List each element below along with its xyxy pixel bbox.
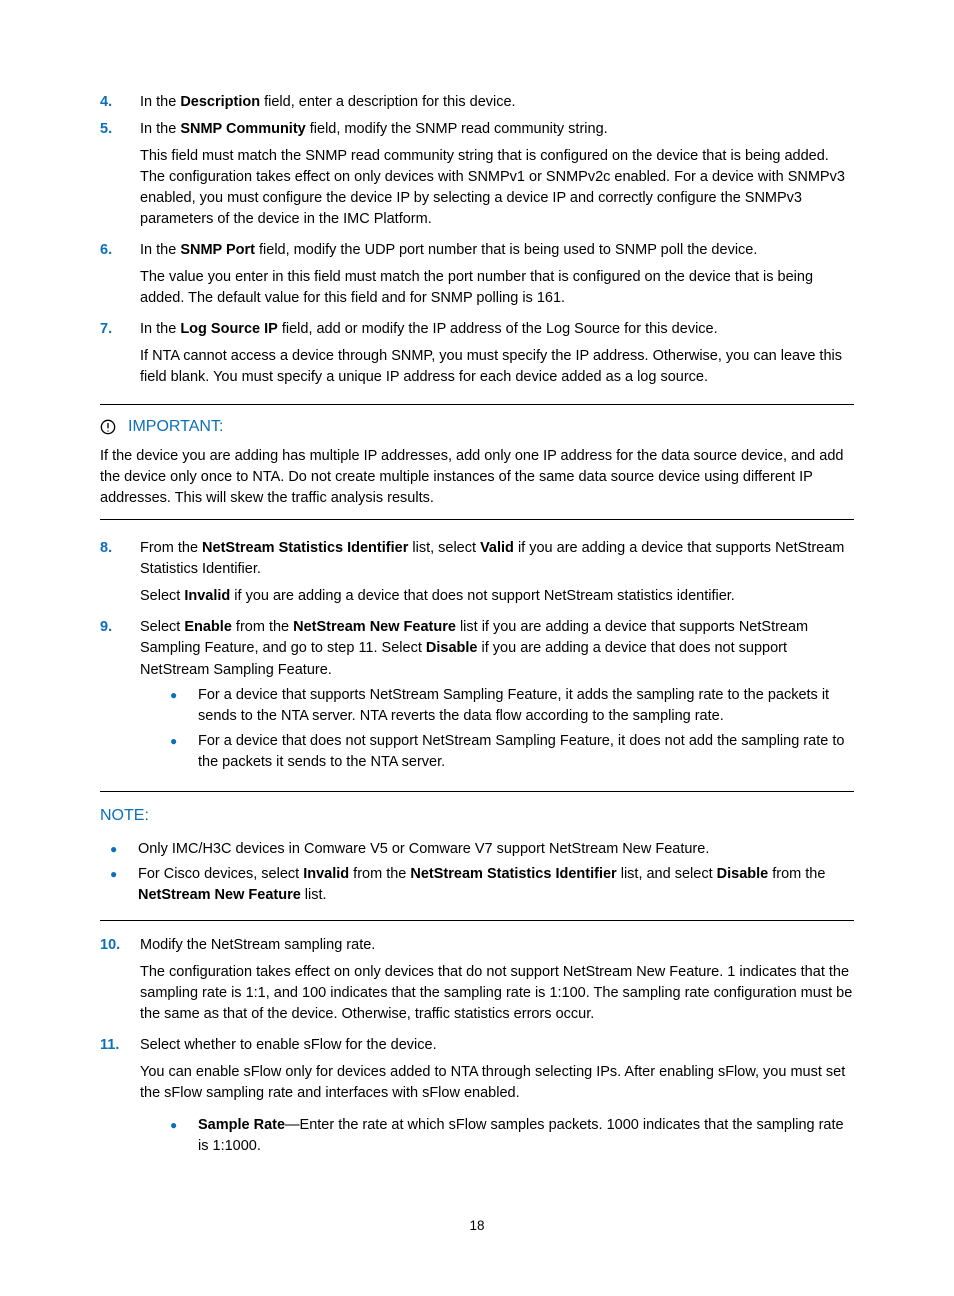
step-9-bullet-2: ● For a device that does not support Net…: [170, 731, 854, 773]
text: In the: [140, 94, 180, 110]
step-5-paragraph: This field must match the SNMP read comm…: [140, 146, 854, 230]
step-9-bullet-1: ● For a device that supports NetStream S…: [170, 685, 854, 727]
text: —Enter the rate at which sFlow samples p…: [198, 1117, 844, 1154]
step-4: 4. In the Description field, enter a des…: [100, 92, 854, 113]
important-header: IMPORTANT:: [100, 415, 854, 438]
bold: SNMP Community: [180, 121, 305, 137]
bold: Valid: [480, 540, 514, 556]
bold: Sample Rate: [198, 1117, 285, 1133]
text: In the: [140, 242, 180, 258]
text: from the: [768, 866, 825, 882]
note-box: NOTE: ● Only IMC/H3C devices in Comware …: [100, 791, 854, 922]
step-11: 11. Select whether to enable sFlow for t…: [100, 1035, 854, 1056]
step-8: 8. From the NetStream Statistics Identif…: [100, 538, 854, 580]
step-11-bullets: ● Sample Rate—Enter the rate at which sF…: [140, 1115, 854, 1157]
bold: NetStream Statistics Identifier: [410, 866, 616, 882]
bold: Enable: [184, 619, 232, 635]
step-10: 10. Modify the NetStream sampling rate.: [100, 935, 854, 956]
text: From the: [140, 540, 202, 556]
step-11-number: 11.: [100, 1035, 140, 1056]
bold: Disable: [426, 640, 478, 656]
text: For Cisco devices, select: [138, 866, 303, 882]
text: In the: [140, 321, 180, 337]
step-9: 9. Select Enable from the NetStream New …: [100, 617, 854, 776]
note-label: NOTE:: [100, 804, 854, 827]
bullet-text: Sample Rate—Enter the rate at which sFlo…: [198, 1115, 854, 1157]
text: Select: [140, 619, 184, 635]
step-6-paragraph: The value you enter in this field must m…: [140, 267, 854, 309]
step-5: 5. In the SNMP Community field, modify t…: [100, 119, 854, 140]
bullet-text: For a device that supports NetStream Sam…: [198, 685, 854, 727]
note-bullet-1: ● Only IMC/H3C devices in Comware V5 or …: [110, 839, 854, 861]
bold: NetStream New Feature: [138, 887, 301, 903]
step-11-paragraph: You can enable sFlow only for devices ad…: [140, 1062, 854, 1104]
step-6-text: In the SNMP Port field, modify the UDP p…: [140, 240, 854, 261]
step-9-text: Select Enable from the NetStream New Fea…: [140, 617, 854, 776]
step-7-paragraph: If NTA cannot access a device through SN…: [140, 346, 854, 388]
step-10-number: 10.: [100, 935, 140, 956]
step-11-text: Select whether to enable sFlow for the d…: [140, 1035, 854, 1056]
step-8-number: 8.: [100, 538, 140, 559]
bullet-icon: ●: [110, 864, 138, 886]
text: list, select: [408, 540, 480, 556]
step-6-number: 6.: [100, 240, 140, 261]
text: field, modify the UDP port number that i…: [255, 242, 757, 258]
bold: Disable: [717, 866, 769, 882]
bullet-icon: ●: [170, 1115, 198, 1137]
bullet-text: Only IMC/H3C devices in Comware V5 or Co…: [138, 839, 854, 860]
step-7-number: 7.: [100, 319, 140, 340]
bullet-text: For Cisco devices, select Invalid from t…: [138, 864, 854, 906]
text: from the: [232, 619, 293, 635]
step-4-text: In the Description field, enter a descri…: [140, 92, 854, 113]
bold: Invalid: [303, 866, 349, 882]
text: list, and select: [617, 866, 717, 882]
text: field, modify the SNMP read community st…: [306, 121, 608, 137]
text: In the: [140, 121, 180, 137]
step-6: 6. In the SNMP Port field, modify the UD…: [100, 240, 854, 261]
bullet-text: For a device that does not support NetSt…: [198, 731, 854, 773]
bold: NetStream New Feature: [293, 619, 456, 635]
text: field, enter a description for this devi…: [260, 94, 516, 110]
text: from the: [349, 866, 410, 882]
text: if you are adding a device that does not…: [230, 588, 735, 604]
important-box: IMPORTANT: If the device you are adding …: [100, 404, 854, 520]
step-7-text: In the Log Source IP field, add or modif…: [140, 319, 854, 340]
note-body: ● Only IMC/H3C devices in Comware V5 or …: [100, 839, 854, 907]
step-4-number: 4.: [100, 92, 140, 113]
step-10-paragraph: The configuration takes effect on only d…: [140, 962, 854, 1025]
note-bullet-2: ● For Cisco devices, select Invalid from…: [110, 864, 854, 906]
bold: Log Source IP: [180, 321, 278, 337]
bold: NetStream Statistics Identifier: [202, 540, 408, 556]
step-5-text: In the SNMP Community field, modify the …: [140, 119, 854, 140]
text: list.: [301, 887, 327, 903]
step-10-text: Modify the NetStream sampling rate.: [140, 935, 854, 956]
step-8-text: From the NetStream Statistics Identifier…: [140, 538, 854, 580]
bullet-icon: ●: [110, 839, 138, 861]
bold: Description: [180, 94, 260, 110]
important-icon: [100, 419, 128, 435]
important-label: IMPORTANT:: [128, 415, 223, 438]
text: field, add or modify the IP address of t…: [278, 321, 718, 337]
step-8-paragraph: Select Invalid if you are adding a devic…: [140, 586, 854, 607]
step-7: 7. In the Log Source IP field, add or mo…: [100, 319, 854, 340]
text: Select: [140, 588, 184, 604]
important-body: If the device you are adding has multipl…: [100, 446, 854, 509]
step-11-bullet-1: ● Sample Rate—Enter the rate at which sF…: [170, 1115, 854, 1157]
page-number: 18: [0, 1216, 954, 1236]
bullet-icon: ●: [170, 731, 198, 753]
bold: Invalid: [184, 588, 230, 604]
step-5-number: 5.: [100, 119, 140, 140]
bullet-icon: ●: [170, 685, 198, 707]
bold: SNMP Port: [180, 242, 255, 258]
step-9-number: 9.: [100, 617, 140, 638]
